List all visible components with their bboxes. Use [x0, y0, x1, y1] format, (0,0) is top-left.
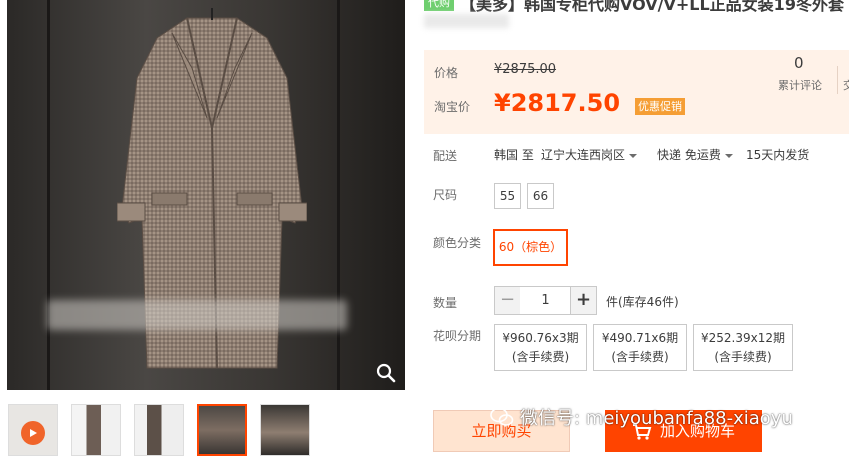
quantity-label: 数量 [433, 296, 458, 310]
sale-price-label: 淘宝价 [434, 100, 471, 114]
installment-fee: (含手续费) [511, 350, 570, 364]
ship-from: 韩国 至 [494, 148, 534, 162]
quantity-input[interactable]: 1 [520, 286, 571, 315]
watermark-text: 微信号: meiyoubanfa88-xiaoyu [520, 408, 793, 429]
installment-fee: (含手续费) [714, 350, 772, 364]
size-option-55[interactable]: 55 [494, 183, 521, 209]
installment-amount: ¥490.71x6期 [601, 331, 679, 345]
installment-amount: ¥960.76x3期 [502, 331, 579, 345]
background-door-line [337, 0, 340, 390]
original-price: ¥2875.00 [494, 62, 557, 77]
color-option-selected[interactable]: 60（棕色） [493, 229, 568, 266]
color-label: 颜色分类 [433, 236, 482, 250]
review-count[interactable]: 0 [794, 54, 804, 72]
play-icon[interactable] [21, 421, 45, 445]
thumbnail-image[interactable] [71, 404, 121, 456]
thumbnail-video[interactable] [8, 404, 58, 456]
quantity-decrease-button[interactable]: − [494, 286, 521, 315]
installment-option-6[interactable]: ¥490.71x6期 (含手续费) [593, 324, 687, 371]
review-label[interactable]: 累计评论 [778, 77, 822, 93]
main-product-image[interactable] [7, 0, 405, 390]
sales-label-cut: 交 [843, 79, 849, 92]
original-price-label: 价格 [434, 66, 459, 80]
ship-to-selector[interactable]: 辽宁大连西岗区 [541, 146, 638, 163]
sale-price: ¥2817.50 [494, 89, 621, 117]
ship-method-selector[interactable]: 快递 免运费 [657, 146, 733, 163]
installment-fee: (含手续费) [611, 350, 669, 364]
quantity-increase-button[interactable]: + [570, 286, 597, 315]
shipping-label: 配送 [433, 149, 458, 163]
thumbnail-image[interactable] [260, 404, 310, 456]
caret-down-icon [629, 153, 638, 158]
zoom-icon[interactable] [375, 362, 397, 384]
stock-info: 件(库存46件) [606, 295, 679, 309]
product-title: 【美多】韩国专柜代购VOV/V+LL正品女装19冬外套 [460, 0, 844, 12]
thumbnail-strip [8, 404, 318, 458]
divider [837, 66, 838, 94]
installment-label: 花呗分期 [433, 329, 482, 343]
blurred-subtitle [424, 14, 509, 28]
ship-method: 快递 免运费 [657, 148, 721, 162]
wechat-icon [490, 407, 514, 426]
size-option-66[interactable]: 66 [527, 183, 554, 209]
thumbnail-image[interactable] [134, 404, 184, 456]
thumbnail-image-selected[interactable] [197, 404, 247, 456]
background-door-line [47, 0, 50, 390]
ship-to: 辽宁大连西岗区 [541, 148, 626, 162]
ship-time: 15天内发货 [746, 148, 810, 162]
blurred-text-overlay [47, 300, 347, 330]
price-box: 价格 ¥2875.00 淘宝价 ¥2817.50 优惠促销 0 累计评论 交 [424, 50, 849, 134]
wechat-watermark: 微信号: meiyoubanfa88-xiaoyu [490, 404, 793, 430]
installment-option-12[interactable]: ¥252.39x12期 (含手续费) [693, 324, 793, 371]
installment-amount: ¥252.39x12期 [701, 331, 785, 345]
product-title-row: 代购 【美多】韩国专柜代购VOV/V+LL正品女装19冬外套 [424, 0, 849, 12]
size-label: 尺码 [433, 188, 458, 202]
promo-badge[interactable]: 优惠促销 [635, 98, 685, 115]
installment-option-3[interactable]: ¥960.76x3期 (含手续费) [494, 324, 587, 371]
caret-down-icon [724, 153, 733, 158]
daigou-tag: 代购 [424, 0, 454, 11]
